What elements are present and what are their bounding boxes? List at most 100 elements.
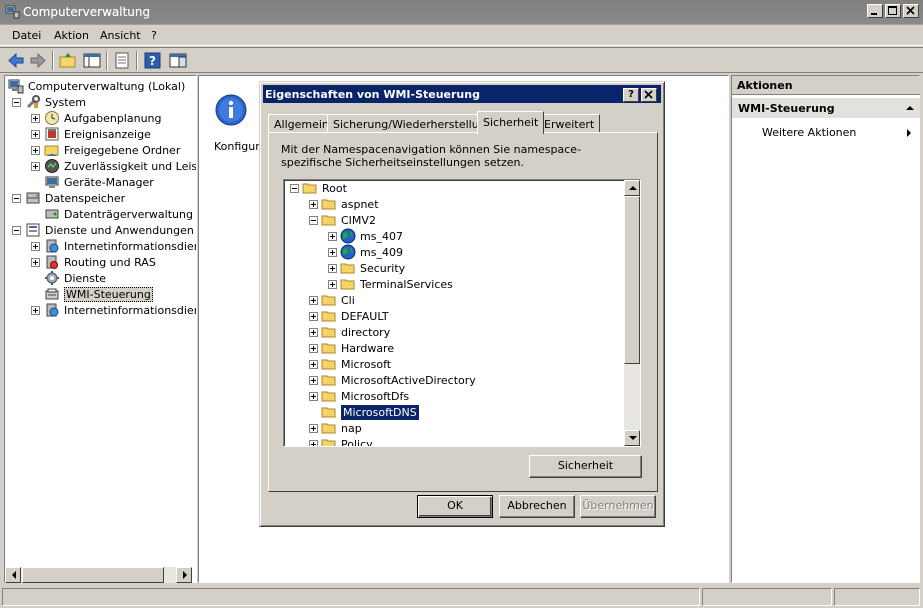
- expand-toggle-icon[interactable]: [31, 241, 40, 251]
- tree-item-routing-ras[interactable]: Routing und RAS: [31, 254, 156, 270]
- tab-erweitert[interactable]: Erweitert: [538, 114, 601, 133]
- tab-sicherung-wiederherstellung[interactable]: Sicherung/Wiederherstellung: [327, 114, 499, 133]
- expand-toggle-icon[interactable]: [31, 161, 40, 171]
- ns-item-microsoft[interactable]: Microsoft: [309, 356, 391, 372]
- forward-arrow-icon[interactable]: [28, 51, 48, 70]
- ns-item-terminalservices[interactable]: TerminalServices: [328, 276, 453, 292]
- ns-item-microsoftdfs[interactable]: MicrosoftDfs: [309, 388, 409, 404]
- maximize-button[interactable]: [885, 4, 901, 18]
- expand-toggle-icon[interactable]: [309, 375, 318, 385]
- action-pane: Aktionen WMI-Steuerung Weitere Aktionen: [731, 75, 920, 583]
- expand-toggle-icon[interactable]: [328, 247, 337, 257]
- security-button[interactable]: Sicherheit: [529, 455, 642, 478]
- expand-toggle-icon[interactable]: [309, 423, 318, 433]
- ns-item-microsoftactivedirectory[interactable]: MicrosoftActiveDirectory: [309, 372, 476, 388]
- tree-horizontal-scrollbar[interactable]: [5, 567, 192, 583]
- tree-item-iis-2[interactable]: Internetinformationsdienste: [31, 302, 196, 318]
- scroll-down-button[interactable]: [624, 430, 640, 446]
- scroll-thumb[interactable]: [624, 196, 640, 364]
- expand-toggle-icon[interactable]: [309, 391, 318, 401]
- menu-ansicht[interactable]: Ansicht: [100, 29, 141, 42]
- collapse-toggle-icon[interactable]: [12, 193, 21, 203]
- expand-toggle-icon[interactable]: [31, 305, 40, 315]
- tree-item-freigegebene-ordner[interactable]: Freigegebene Ordner: [31, 142, 180, 158]
- ns-item-cimv2[interactable]: CIMV2: [309, 212, 376, 228]
- ns-item-microsoftdns[interactable]: MicrosoftDNS: [321, 404, 419, 420]
- dialog-help-button[interactable]: ?: [623, 88, 639, 102]
- folder-icon: [321, 311, 336, 322]
- tree-item-geraete-manager[interactable]: Geräte-Manager: [44, 174, 154, 190]
- expand-toggle-icon[interactable]: [309, 359, 318, 369]
- ns-item-cli[interactable]: Cli: [309, 292, 355, 308]
- ns-item-aspnet[interactable]: aspnet: [309, 196, 379, 212]
- show-hide-action-pane-icon[interactable]: [168, 51, 188, 70]
- ns-item-ms-409[interactable]: ms_409: [328, 244, 403, 260]
- tree-item-label: Datenträgerverwaltung: [64, 207, 193, 221]
- ns-item-security[interactable]: Security: [328, 260, 405, 276]
- apply-button[interactable]: Übernehmen: [580, 495, 656, 518]
- ok-button[interactable]: OK: [417, 495, 493, 518]
- up-folder-icon[interactable]: [58, 51, 78, 70]
- tree-item-iis-1[interactable]: Internetinformationsdienste: [31, 238, 196, 254]
- close-button[interactable]: [903, 4, 919, 18]
- properties-icon[interactable]: [112, 51, 132, 70]
- show-hide-tree-icon[interactable]: [82, 51, 102, 70]
- help-icon[interactable]: ?: [143, 51, 163, 70]
- collapse-toggle-icon[interactable]: [12, 225, 21, 235]
- expand-toggle-icon[interactable]: [328, 279, 337, 289]
- tree-item-datentraegerverwaltung[interactable]: Datenträgerverwaltung: [44, 206, 193, 222]
- expand-toggle-icon[interactable]: [309, 311, 318, 321]
- tree-item-ereignisanzeige[interactable]: Ereignisanzeige: [31, 126, 151, 142]
- tree-item-dienste-und-anwendungen[interactable]: Dienste und Anwendungen: [12, 222, 194, 238]
- expand-toggle-icon[interactable]: [31, 129, 40, 139]
- more-actions-link[interactable]: Weitere Aktionen: [762, 126, 856, 139]
- ns-item-policy[interactable]: Policy: [309, 436, 373, 446]
- expand-toggle-icon[interactable]: [309, 343, 318, 353]
- ns-item-hardware[interactable]: Hardware: [309, 340, 394, 356]
- ns-item-default[interactable]: DEFAULT: [309, 308, 389, 324]
- event-viewer-icon: [45, 127, 59, 141]
- expand-toggle-icon[interactable]: [309, 199, 318, 209]
- collapse-toggle-icon[interactable]: [12, 97, 21, 107]
- tree-item-wmi-steuerung[interactable]: WMI-Steuerung: [44, 286, 153, 302]
- menu-help[interactable]: ?: [151, 29, 157, 42]
- collapse-toggle-icon[interactable]: [290, 183, 299, 193]
- folder-icon: [321, 423, 336, 434]
- namespace-tree[interactable]: Root aspnet CIMV2 ms_407 ms_409 Security…: [283, 179, 641, 447]
- minimize-button[interactable]: [867, 4, 883, 18]
- expand-toggle-icon[interactable]: [31, 113, 40, 123]
- tree-item-dienste[interactable]: Dienste: [44, 270, 106, 286]
- expand-toggle-icon[interactable]: [309, 439, 318, 446]
- toolbar: ?: [0, 47, 923, 73]
- scroll-thumb[interactable]: [22, 567, 164, 583]
- expand-toggle-icon[interactable]: [309, 295, 318, 305]
- tree-item-aufgabenplanung[interactable]: Aufgabenplanung: [31, 110, 162, 126]
- ns-item-root[interactable]: Root: [290, 180, 347, 196]
- expand-toggle-icon[interactable]: [31, 257, 40, 267]
- scroll-up-button[interactable]: [624, 180, 640, 196]
- ns-item-directory[interactable]: directory: [309, 324, 390, 340]
- dialog-close-button[interactable]: [641, 88, 657, 102]
- expand-toggle-icon[interactable]: [328, 263, 337, 273]
- actions-section-wmi[interactable]: WMI-Steuerung: [732, 98, 920, 118]
- expand-toggle-icon[interactable]: [31, 145, 40, 155]
- tree-item-zuverlaessigkeit[interactable]: Zuverlässigkeit und Leistung: [31, 158, 196, 174]
- scroll-left-button[interactable]: [5, 567, 21, 583]
- collapse-up-icon[interactable]: [906, 105, 914, 111]
- tree-item-computer-management[interactable]: Computerverwaltung (Lokal): [8, 78, 185, 94]
- tab-allgemein[interactable]: Allgemein: [268, 114, 335, 133]
- ns-item-nap[interactable]: nap: [309, 420, 362, 436]
- cancel-button[interactable]: Abbrechen: [499, 495, 575, 518]
- collapse-toggle-icon[interactable]: [309, 215, 318, 225]
- back-arrow-icon[interactable]: [6, 51, 26, 70]
- scroll-right-button[interactable]: [176, 567, 192, 583]
- tree-item-datenspeicher[interactable]: Datenspeicher: [12, 190, 125, 206]
- ns-item-ms-407[interactable]: ms_407: [328, 228, 403, 244]
- menu-datei[interactable]: Datei: [12, 29, 41, 42]
- menu-aktion[interactable]: Aktion: [54, 29, 89, 42]
- tab-sicherheit[interactable]: Sicherheit: [477, 111, 545, 134]
- tree-item-system[interactable]: System: [12, 94, 86, 110]
- expand-toggle-icon[interactable]: [309, 327, 318, 337]
- namespace-vertical-scrollbar[interactable]: [624, 180, 640, 446]
- expand-toggle-icon[interactable]: [328, 231, 337, 241]
